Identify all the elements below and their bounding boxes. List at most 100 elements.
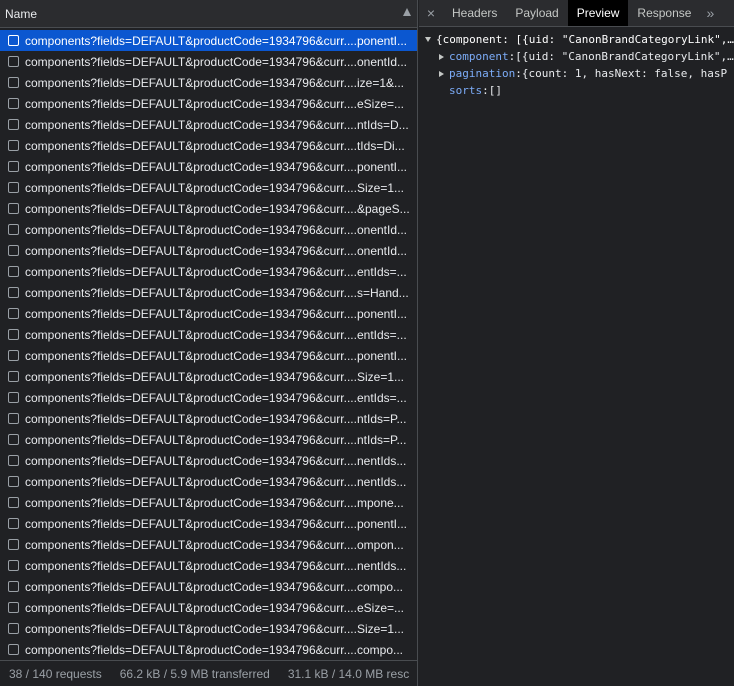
request-row[interactable]: components?fields=DEFAULT&productCode=19… bbox=[0, 429, 417, 450]
request-row-checkbox[interactable] bbox=[8, 182, 19, 193]
request-row-name: components?fields=DEFAULT&productCode=19… bbox=[25, 558, 407, 573]
request-row[interactable]: components?fields=DEFAULT&productCode=19… bbox=[0, 261, 417, 282]
request-row[interactable]: components?fields=DEFAULT&productCode=19… bbox=[0, 135, 417, 156]
request-row-checkbox[interactable] bbox=[8, 203, 19, 214]
request-row[interactable]: components?fields=DEFAULT&productCode=19… bbox=[0, 597, 417, 618]
request-row-checkbox[interactable] bbox=[8, 98, 19, 109]
request-count: 38 / 140 requests bbox=[9, 666, 102, 681]
request-row-name: components?fields=DEFAULT&productCode=19… bbox=[25, 411, 407, 426]
request-row[interactable]: components?fields=DEFAULT&productCode=19… bbox=[0, 324, 417, 345]
preview-root-value: {component: [{uid: "CanonBrandCategoryLi… bbox=[436, 33, 734, 46]
request-row-name: components?fields=DEFAULT&productCode=19… bbox=[25, 75, 405, 90]
request-row[interactable]: components?fields=DEFAULT&productCode=19… bbox=[0, 534, 417, 555]
request-row-name: components?fields=DEFAULT&productCode=19… bbox=[25, 33, 408, 48]
request-row[interactable]: components?fields=DEFAULT&productCode=19… bbox=[0, 618, 417, 639]
request-row-checkbox[interactable] bbox=[8, 434, 19, 445]
request-row-name: components?fields=DEFAULT&productCode=19… bbox=[25, 264, 407, 279]
detail-tabs: × Headers Payload Preview Response » bbox=[419, 0, 734, 27]
close-icon[interactable]: × bbox=[419, 0, 443, 26]
request-row-checkbox[interactable] bbox=[8, 413, 19, 424]
request-row[interactable]: components?fields=DEFAULT&productCode=19… bbox=[0, 576, 417, 597]
request-row-checkbox[interactable] bbox=[8, 581, 19, 592]
expand-triangle-icon[interactable] bbox=[439, 70, 444, 77]
request-row-name: components?fields=DEFAULT&productCode=19… bbox=[25, 348, 408, 363]
status-bar: 38 / 140 requests 66.2 kB / 5.9 MB trans… bbox=[0, 660, 417, 686]
request-row-checkbox[interactable] bbox=[8, 350, 19, 361]
request-row[interactable]: components?fields=DEFAULT&productCode=19… bbox=[0, 471, 417, 492]
request-row-checkbox[interactable] bbox=[8, 539, 19, 550]
request-row-name: components?fields=DEFAULT&productCode=19… bbox=[25, 621, 405, 636]
request-row[interactable]: components?fields=DEFAULT&productCode=19… bbox=[0, 555, 417, 576]
request-row-name: components?fields=DEFAULT&productCode=19… bbox=[25, 516, 408, 531]
request-row-checkbox[interactable] bbox=[8, 497, 19, 508]
request-row[interactable]: components?fields=DEFAULT&productCode=19… bbox=[0, 30, 417, 51]
request-row-checkbox[interactable] bbox=[8, 77, 19, 88]
sort-ascending-icon[interactable] bbox=[403, 8, 411, 16]
request-row-checkbox[interactable] bbox=[8, 329, 19, 340]
request-row-name: components?fields=DEFAULT&productCode=19… bbox=[25, 117, 409, 132]
more-tabs-icon[interactable]: » bbox=[700, 0, 714, 26]
preview-root-line[interactable]: {component: [{uid: "CanonBrandCategoryLi… bbox=[419, 31, 734, 48]
request-row-checkbox[interactable] bbox=[8, 602, 19, 613]
request-row[interactable]: components?fields=DEFAULT&productCode=19… bbox=[0, 450, 417, 471]
name-column-header[interactable]: Name bbox=[0, 0, 417, 28]
request-row-checkbox[interactable] bbox=[8, 56, 19, 67]
request-row[interactable]: components?fields=DEFAULT&productCode=19… bbox=[0, 282, 417, 303]
request-row[interactable]: components?fields=DEFAULT&productCode=19… bbox=[0, 513, 417, 534]
request-row-checkbox[interactable] bbox=[8, 266, 19, 277]
request-row-name: components?fields=DEFAULT&productCode=19… bbox=[25, 369, 405, 384]
request-row[interactable]: components?fields=DEFAULT&productCode=19… bbox=[0, 198, 417, 219]
request-row-name: components?fields=DEFAULT&productCode=19… bbox=[25, 600, 405, 615]
request-row[interactable]: components?fields=DEFAULT&productCode=19… bbox=[0, 240, 417, 261]
request-row[interactable]: components?fields=DEFAULT&productCode=19… bbox=[0, 408, 417, 429]
request-row-name: components?fields=DEFAULT&productCode=19… bbox=[25, 159, 408, 174]
request-row-checkbox[interactable] bbox=[8, 455, 19, 466]
request-row[interactable]: components?fields=DEFAULT&productCode=19… bbox=[0, 156, 417, 177]
request-row[interactable]: components?fields=DEFAULT&productCode=19… bbox=[0, 492, 417, 513]
request-row-checkbox[interactable] bbox=[8, 623, 19, 634]
tab-payload[interactable]: Payload bbox=[506, 0, 567, 26]
request-row-checkbox[interactable] bbox=[8, 371, 19, 382]
request-row[interactable]: components?fields=DEFAULT&productCode=19… bbox=[0, 93, 417, 114]
request-row[interactable]: components?fields=DEFAULT&productCode=19… bbox=[0, 51, 417, 72]
request-row-checkbox[interactable] bbox=[8, 35, 19, 46]
preview-value: {count: 1, hasNext: false, hasP bbox=[521, 67, 728, 80]
request-row-name: components?fields=DEFAULT&productCode=19… bbox=[25, 138, 405, 153]
request-row[interactable]: components?fields=DEFAULT&productCode=19… bbox=[0, 303, 417, 324]
request-row-checkbox[interactable] bbox=[8, 392, 19, 403]
request-row-checkbox[interactable] bbox=[8, 245, 19, 256]
request-row-checkbox[interactable] bbox=[8, 140, 19, 151]
tab-headers[interactable]: Headers bbox=[443, 0, 506, 26]
request-row-checkbox[interactable] bbox=[8, 161, 19, 172]
request-row-name: components?fields=DEFAULT&productCode=19… bbox=[25, 96, 405, 111]
request-row[interactable]: components?fields=DEFAULT&productCode=19… bbox=[0, 114, 417, 135]
request-row-checkbox[interactable] bbox=[8, 476, 19, 487]
request-row[interactable]: components?fields=DEFAULT&productCode=19… bbox=[0, 345, 417, 366]
preview-item-pagination[interactable]: pagination: {count: 1, hasNext: false, h… bbox=[419, 65, 734, 82]
request-row-checkbox[interactable] bbox=[8, 560, 19, 571]
request-row-checkbox[interactable] bbox=[8, 287, 19, 298]
preview-key: sorts bbox=[449, 84, 483, 97]
request-row-checkbox[interactable] bbox=[8, 308, 19, 319]
request-row-name: components?fields=DEFAULT&productCode=19… bbox=[25, 222, 408, 237]
preview-value: [] bbox=[488, 84, 502, 97]
request-row[interactable]: components?fields=DEFAULT&productCode=19… bbox=[0, 387, 417, 408]
request-row[interactable]: components?fields=DEFAULT&productCode=19… bbox=[0, 366, 417, 387]
request-row-checkbox[interactable] bbox=[8, 518, 19, 529]
tab-preview[interactable]: Preview bbox=[567, 0, 629, 26]
collapse-triangle-icon[interactable] bbox=[425, 37, 431, 42]
request-row-checkbox[interactable] bbox=[8, 119, 19, 130]
preview-key: component bbox=[449, 50, 509, 63]
request-row[interactable]: components?fields=DEFAULT&productCode=19… bbox=[0, 72, 417, 93]
request-row-checkbox[interactable] bbox=[8, 644, 19, 655]
expand-triangle-icon[interactable] bbox=[439, 53, 444, 60]
request-row-checkbox[interactable] bbox=[8, 224, 19, 235]
preview-item-sorts: sorts: [] bbox=[449, 84, 502, 97]
request-row[interactable]: components?fields=DEFAULT&productCode=19… bbox=[0, 219, 417, 240]
request-row[interactable]: components?fields=DEFAULT&productCode=19… bbox=[0, 177, 417, 198]
preview-value: [{uid: "CanonBrandCategoryLink",… bbox=[515, 50, 734, 63]
name-column-label: Name bbox=[5, 6, 38, 21]
tab-response[interactable]: Response bbox=[628, 0, 700, 26]
request-row[interactable]: components?fields=DEFAULT&productCode=19… bbox=[0, 639, 417, 660]
preview-item-component[interactable]: component: [{uid: "CanonBrandCategoryLin… bbox=[419, 48, 734, 65]
